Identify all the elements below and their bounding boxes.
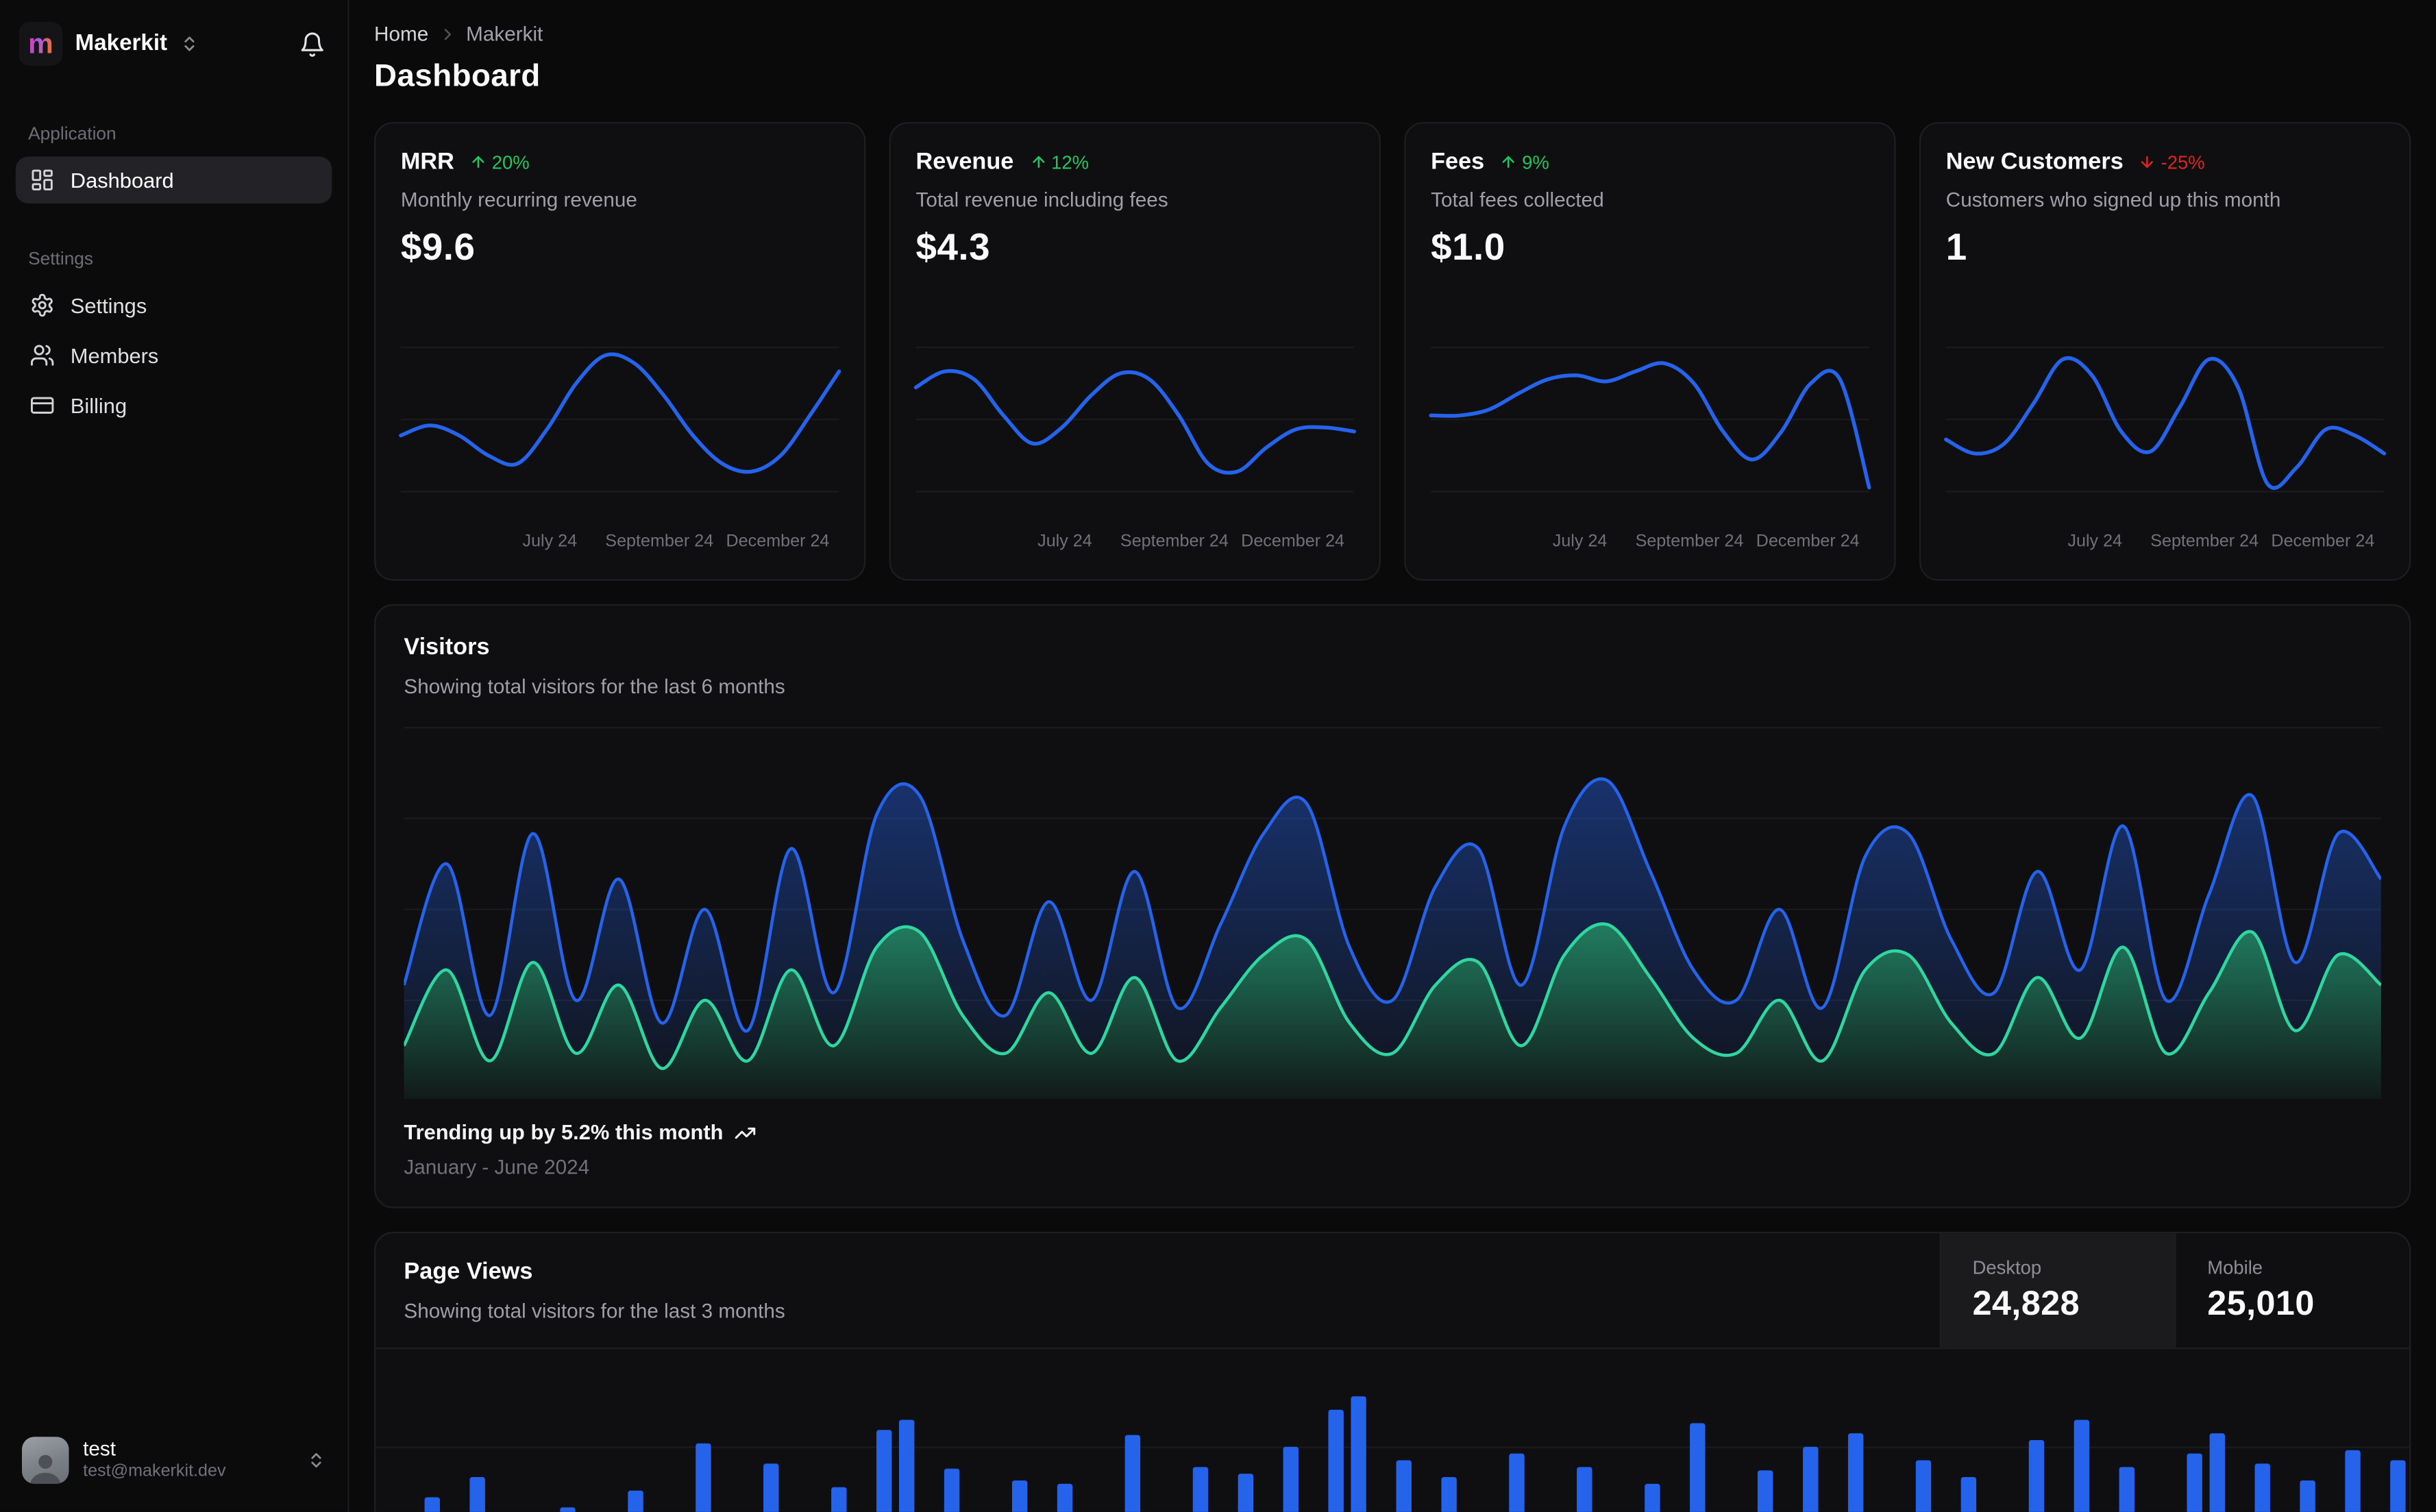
mobile-toggle[interactable]: Mobile 25,010 xyxy=(2174,1233,2409,1348)
stat-title: Fees xyxy=(1431,149,1485,175)
logo-letter: m xyxy=(28,28,53,60)
desktop-toggle[interactable]: Desktop 24,828 xyxy=(1939,1233,2175,1348)
sidebar-item-billing[interactable]: Billing xyxy=(16,382,332,429)
visitors-trend-text: Trending up by 5.2% this month xyxy=(404,1120,724,1145)
sidebar-item-label: Members xyxy=(70,343,159,367)
dashboard-icon xyxy=(29,167,55,193)
page-views-subtitle: Showing total visitors for the last 3 mo… xyxy=(404,1299,785,1323)
trend-badge: 9% xyxy=(1500,151,1549,173)
user-menu[interactable]: test test@makerkit.dev xyxy=(16,1430,332,1490)
x-axis-labels: July 24 September 24 December 24 xyxy=(522,532,830,551)
mobile-label: Mobile xyxy=(2207,1256,2263,1279)
workspace-name: Makerkit xyxy=(75,31,168,57)
trend-badge: 12% xyxy=(1029,151,1089,173)
sparkline-chart xyxy=(1431,319,1869,519)
arrow-up-icon xyxy=(472,156,484,169)
sidebar: m Makerkit Application Dashboard Setting… xyxy=(0,0,349,1512)
breadcrumb-home-link[interactable]: Home xyxy=(374,22,428,45)
credit-card-icon xyxy=(29,393,55,418)
sparkline-chart xyxy=(1946,319,2385,519)
stat-card-fees: Fees 9% Total fees collected $1.0 July 2… xyxy=(1404,122,1896,581)
stat-cards-row: MRR 20% Monthly recurring revenue $9.6 J… xyxy=(374,122,2411,581)
stat-title: MRR xyxy=(400,149,454,175)
sparkline-chart xyxy=(401,319,839,519)
visitors-date-range: January - June 2024 xyxy=(404,1155,590,1179)
breadcrumb-current[interactable]: Makerkit xyxy=(466,22,543,45)
chevrons-up-down-icon xyxy=(180,34,198,53)
x-axis-labels: July 24 September 24 December 24 xyxy=(1037,532,1345,551)
visitors-card: Visitors Showing total visitors for the … xyxy=(374,604,2411,1209)
arrow-up-icon xyxy=(1032,156,1044,169)
sidebar-item-label: Settings xyxy=(70,293,147,317)
sidebar-item-label: Billing xyxy=(70,393,127,417)
sidebar-item-members[interactable]: Members xyxy=(16,332,332,379)
sidebar-item-label: Dashboard xyxy=(70,168,174,192)
sidebar-section-settings: Settings xyxy=(28,250,94,269)
visitors-subtitle: Showing total visitors for the last 6 mo… xyxy=(404,674,785,698)
x-axis-labels: July 24 September 24 December 24 xyxy=(2067,532,2375,551)
app-window: m Makerkit Application Dashboard Setting… xyxy=(0,0,2436,1512)
breadcrumb: Home Makerkit xyxy=(374,22,2411,45)
stat-card-mrr: MRR 20% Monthly recurring revenue $9.6 J… xyxy=(374,122,866,581)
stat-subtitle: Total fees collected xyxy=(1431,188,1604,212)
avatar xyxy=(21,1437,69,1484)
stat-title: New Customers xyxy=(1945,149,2124,175)
page-title: Dashboard xyxy=(374,59,541,95)
user-name: test xyxy=(83,1437,116,1461)
stat-value: $9.6 xyxy=(400,227,476,269)
stat-value: $4.3 xyxy=(915,227,991,269)
desktop-value: 24,828 xyxy=(1972,1283,2080,1323)
main-content: Home Makerkit Dashboard MRR 20% Monthly … xyxy=(349,0,2435,1512)
stat-subtitle: Customers who signed up this month xyxy=(1945,188,2281,212)
page-views-title: Page Views xyxy=(404,1258,533,1285)
trend-badge: -25% xyxy=(2139,151,2205,173)
trending-up-icon xyxy=(735,1121,756,1143)
sparkline-chart xyxy=(915,319,1354,519)
stat-subtitle: Monthly recurring revenue xyxy=(400,188,637,212)
users-icon xyxy=(29,343,55,368)
sidebar-item-settings[interactable]: Settings xyxy=(16,282,332,329)
chevron-right-icon xyxy=(438,24,456,42)
stat-card-revenue: Revenue 12% Total revenue including fees… xyxy=(889,122,1381,581)
workspace-selector[interactable]: m Makerkit xyxy=(16,18,332,69)
gear-icon xyxy=(29,293,55,318)
stat-card-new-customers: New Customers -25% Customers who signed … xyxy=(1919,122,2411,581)
user-email: test@makerkit.dev xyxy=(83,1462,226,1481)
makerkit-logo: m xyxy=(19,21,63,66)
arrow-up-icon xyxy=(1503,156,1515,169)
chevrons-up-down-icon xyxy=(307,1451,325,1470)
mobile-value: 25,010 xyxy=(2207,1283,2315,1323)
stat-value: 1 xyxy=(1945,227,1967,269)
page-views-bar-chart xyxy=(376,1349,2409,1512)
page-views-toggle-group: Desktop 24,828 Mobile 25,010 xyxy=(1939,1233,2409,1348)
trend-badge: 20% xyxy=(470,151,530,173)
notifications-bell-icon[interactable] xyxy=(296,27,329,60)
arrow-down-icon xyxy=(2141,156,2154,169)
page-views-card: Page Views Showing total visitors for th… xyxy=(374,1231,2411,1512)
desktop-label: Desktop xyxy=(1972,1256,2042,1279)
stat-title: Revenue xyxy=(915,149,1014,175)
sidebar-item-dashboard[interactable]: Dashboard xyxy=(15,156,332,203)
stat-value: $1.0 xyxy=(1431,227,1505,269)
x-axis-labels: July 24 September 24 December 24 xyxy=(1552,532,1860,551)
visitors-title: Visitors xyxy=(404,634,490,661)
sidebar-section-application: Application xyxy=(28,125,116,145)
stat-subtitle: Total revenue including fees xyxy=(915,188,1168,212)
visitors-area-chart xyxy=(404,720,2381,1099)
